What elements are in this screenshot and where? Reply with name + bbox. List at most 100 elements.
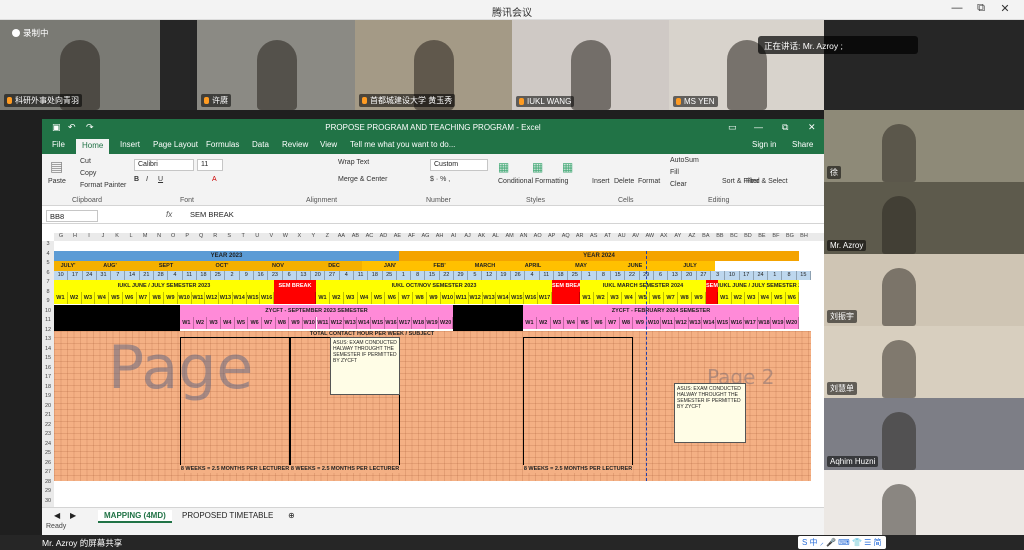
week-date-cell[interactable]: 6 [653, 271, 669, 280]
column-header[interactable]: AB [348, 233, 362, 239]
tab-formulas[interactable]: Formulas [200, 140, 245, 149]
week-cell[interactable]: W16 [260, 292, 274, 304]
format-painter-button[interactable]: Format Painter [80, 182, 126, 189]
week-date-cell[interactable]: 25 [211, 271, 226, 280]
formula-input[interactable]: SEM BREAK [190, 210, 234, 219]
number-format-select[interactable]: Custom [430, 159, 488, 171]
column-header[interactable]: AQ [559, 233, 573, 239]
minimize-icon[interactable]: — [754, 122, 763, 132]
column-header[interactable]: K [110, 233, 124, 239]
week-cell[interactable]: W12 [468, 292, 483, 304]
week-cell[interactable]: W13 [688, 317, 703, 329]
sheet-nav-next[interactable]: ▶ [64, 510, 82, 521]
week-date-cell[interactable]: 7 [111, 271, 126, 280]
row-header[interactable]: 3 [42, 241, 54, 247]
merge-center-button[interactable]: Merge & Center [338, 176, 387, 183]
column-header[interactable]: BD [741, 233, 755, 239]
week-date-cell[interactable]: 3 [711, 271, 726, 280]
column-header[interactable]: AZ [685, 233, 699, 239]
week-date-cell[interactable]: 10 [725, 271, 740, 280]
column-header[interactable]: AY [671, 233, 685, 239]
column-header[interactable]: AN [517, 233, 531, 239]
week-cell[interactable]: W1 [718, 292, 732, 304]
column-header[interactable]: AO [531, 233, 545, 239]
week-cell[interactable]: W5 [234, 317, 249, 329]
week-date-cell[interactable]: 15 [796, 271, 811, 280]
row-header[interactable]: 9 [42, 298, 54, 304]
row-header[interactable]: 29 [42, 488, 54, 494]
week-cell[interactable]: W3 [81, 292, 96, 304]
column-header[interactable]: L [124, 233, 138, 239]
week-cell[interactable]: W1 [54, 292, 68, 304]
week-cell[interactable]: W14 [496, 292, 511, 304]
week-cell[interactable]: W3 [745, 292, 759, 304]
video-tile[interactable]: IUKL WANG [512, 20, 669, 110]
row-header[interactable]: 13 [42, 336, 54, 342]
week-cell[interactable]: W18 [412, 317, 426, 329]
week-cell[interactable]: W14 [702, 317, 717, 329]
week-cell[interactable]: W9 [164, 292, 178, 304]
week-cell[interactable]: W1 [180, 317, 194, 329]
column-header[interactable]: AP [545, 233, 559, 239]
week-date-cell[interactable]: 14 [125, 271, 140, 280]
column-header[interactable]: Z [320, 233, 334, 239]
insert-cells-button[interactable]: Insert [592, 178, 610, 185]
sheet-tab-mapping[interactable]: MAPPING (4MD) [98, 510, 172, 523]
week-date-cell[interactable]: 19 [496, 271, 512, 280]
column-header[interactable]: AJ [461, 233, 475, 239]
row-header[interactable]: 15 [42, 355, 54, 361]
video-tile[interactable]: 徐 [824, 110, 1024, 182]
week-cell[interactable]: W17 [398, 317, 413, 329]
column-header[interactable]: Q [194, 233, 208, 239]
week-cell[interactable]: W6 [650, 292, 664, 304]
week-cell[interactable]: W4 [220, 317, 235, 329]
week-cell[interactable]: W13 [343, 317, 358, 329]
font-name-select[interactable]: Calibri [134, 159, 194, 171]
week-date-cell[interactable]: 8 [782, 271, 797, 280]
column-header[interactable]: V [264, 233, 278, 239]
column-header[interactable]: AX [657, 233, 671, 239]
week-date-cell[interactable]: 26 [511, 271, 526, 280]
column-header[interactable]: J [96, 233, 110, 239]
week-date-cell[interactable]: 31 [96, 271, 112, 280]
column-header[interactable]: AA [334, 233, 348, 239]
week-date-cell[interactable]: 1 [582, 271, 597, 280]
week-date-cell[interactable]: 29 [453, 271, 469, 280]
wrap-text-button[interactable]: Wrap Text [338, 159, 369, 166]
video-tile[interactable]: Aqhim Huzni [824, 398, 1024, 470]
column-header[interactable]: BC [727, 233, 741, 239]
week-cell[interactable]: W15 [716, 317, 730, 329]
minimize-button[interactable]: — [946, 2, 968, 18]
underline-button[interactable]: U [158, 176, 163, 183]
week-cell[interactable]: W2 [329, 292, 344, 304]
column-header[interactable]: AL [489, 233, 503, 239]
week-cell[interactable]: W12 [674, 317, 689, 329]
currency-button[interactable]: $ · % , [430, 176, 450, 183]
week-date-cell[interactable]: 4 [525, 271, 540, 280]
week-cell[interactable]: W6 [785, 292, 799, 304]
week-date-cell[interactable]: 20 [311, 271, 326, 280]
column-header[interactable]: Y [306, 233, 320, 239]
week-cell[interactable]: W6 [248, 317, 262, 329]
clear-button[interactable]: Clear [670, 181, 687, 188]
week-cell[interactable]: W4 [95, 292, 109, 304]
row-header[interactable]: 26 [42, 460, 54, 466]
week-cell[interactable]: W12 [205, 292, 219, 304]
tell-me-box[interactable]: Tell me what you want to do... [344, 140, 461, 149]
week-cell[interactable]: W17 [743, 317, 758, 329]
column-header[interactable]: BH [797, 233, 811, 239]
week-cell[interactable]: W8 [678, 292, 692, 304]
week-date-cell[interactable]: 24 [82, 271, 97, 280]
week-cell[interactable]: W5 [772, 292, 786, 304]
row-header[interactable]: 11 [42, 317, 54, 323]
paste-button[interactable]: Paste [48, 178, 66, 185]
week-cell[interactable]: W15 [371, 317, 385, 329]
week-cell[interactable]: W7 [399, 292, 414, 304]
week-cell[interactable]: W5 [578, 317, 592, 329]
format-cells-button[interactable]: Format [638, 178, 660, 185]
week-cell[interactable]: W19 [771, 317, 786, 329]
week-cell[interactable]: W11 [191, 292, 206, 304]
row-header[interactable]: 6 [42, 270, 54, 276]
fx-icon[interactable]: fx [166, 210, 172, 219]
video-tile[interactable]: MS YEN [669, 20, 824, 110]
